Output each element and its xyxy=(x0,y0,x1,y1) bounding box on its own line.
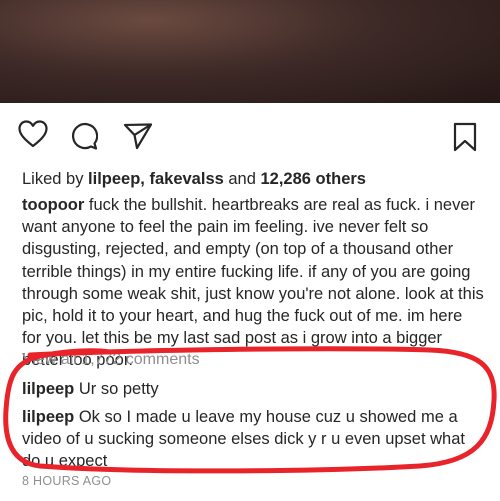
likes-middle: and xyxy=(223,170,261,188)
likes-users[interactable]: lilpeep, fakevalss xyxy=(88,170,224,188)
likes-others[interactable]: 12,286 others xyxy=(261,170,366,188)
comment-text: Ur so petty xyxy=(74,380,159,398)
post-timestamp: 8 HOURS AGO xyxy=(22,474,112,488)
view-all-comments-link[interactable]: View all 1,772 comments xyxy=(22,351,200,369)
comment-text: Ok so I made u leave my house cuz u show… xyxy=(22,408,465,470)
caption-username[interactable]: toopoor xyxy=(22,196,84,214)
post-caption: toopoor fuck the bullshit. heartbreaks a… xyxy=(22,194,484,372)
post-photo[interactable] xyxy=(0,0,500,103)
bookmark-icon[interactable] xyxy=(453,122,477,152)
comment-username[interactable]: lilpeep xyxy=(22,408,74,426)
comment-item: lilpeep Ur so petty xyxy=(22,378,484,400)
caption-text: fuck the bullshit. heartbreaks are real … xyxy=(22,196,484,370)
share-icon[interactable] xyxy=(123,122,153,150)
likes-prefix: Liked by xyxy=(22,170,89,188)
heart-icon[interactable] xyxy=(18,120,48,148)
likes-summary[interactable]: Liked by lilpeep, fakevalss and 12,286 o… xyxy=(22,170,366,189)
action-bar xyxy=(0,118,500,158)
comment-item: lilpeep Ok so I made u leave my house cu… xyxy=(22,406,484,472)
comment-username[interactable]: lilpeep xyxy=(22,380,74,398)
comment-icon[interactable] xyxy=(70,122,98,150)
